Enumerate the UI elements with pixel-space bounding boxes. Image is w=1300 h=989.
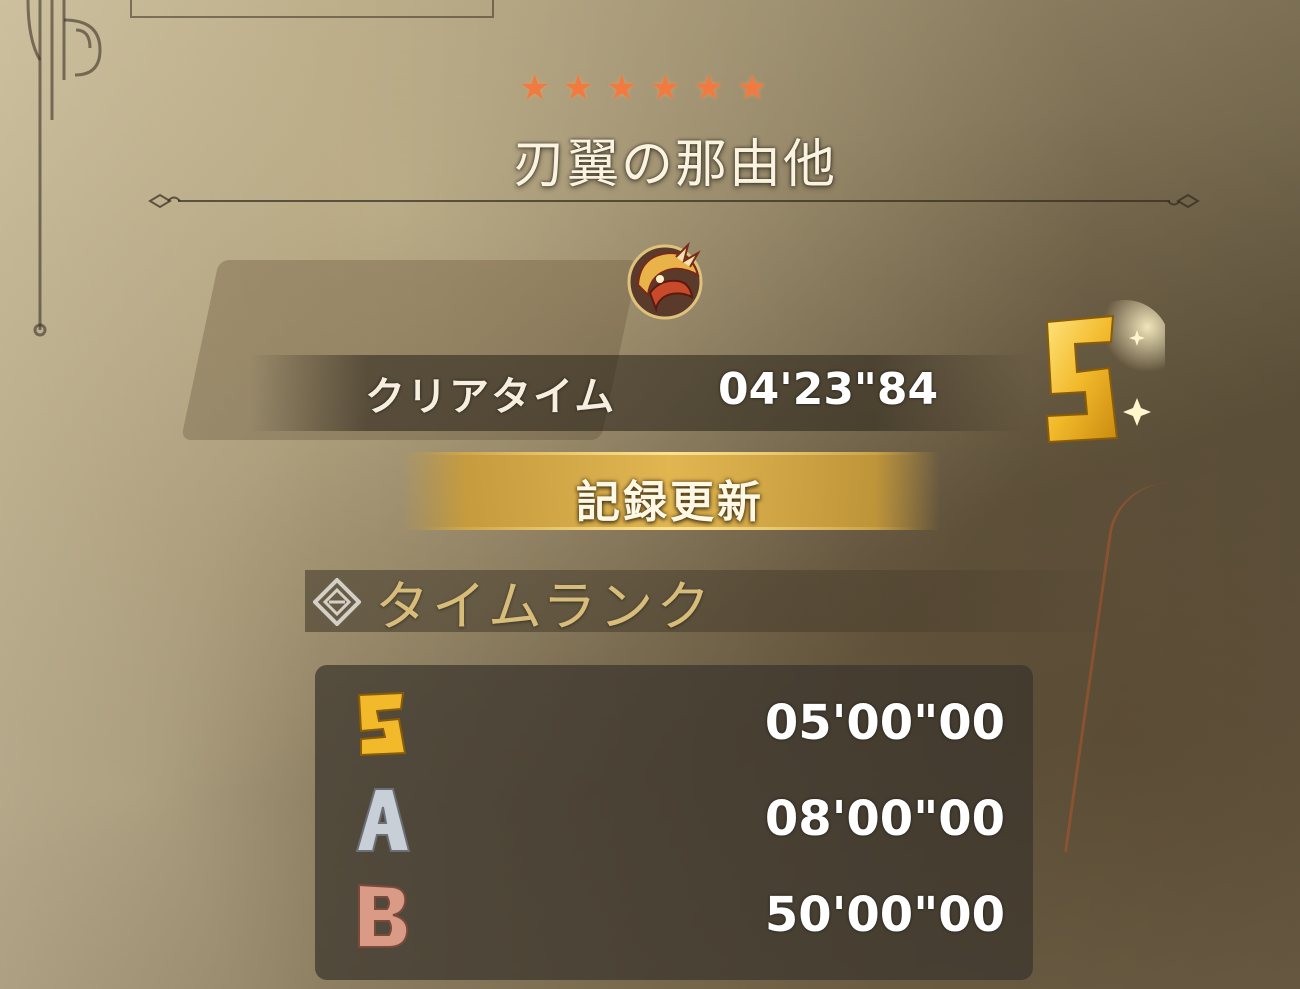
quest-result-screen: ★★★★★★ 刃翼の那由他 クリアタイム 04'23"84 記録更新 タイムラン… — [0, 0, 1300, 989]
rank-a-icon — [355, 788, 411, 852]
clear-time-label: クリアタイム — [365, 374, 617, 420]
rank-s-time: 05'00"00 — [764, 695, 1005, 751]
rank-row-b: 50'00"00 — [315, 869, 1033, 959]
difficulty-stars: ★★★★★★ — [519, 68, 781, 108]
record-update-label: 記録更新 — [576, 477, 764, 528]
quest-title: 刃翼の那由他 — [512, 135, 837, 195]
rank-b-icon — [358, 883, 409, 948]
title-divider — [148, 193, 1200, 209]
rank-s-icon — [357, 691, 407, 757]
rank-b-time: 50'00"00 — [764, 887, 1005, 943]
time-rank-table: 05'00"00 08'00"00 50'00"00 — [315, 665, 1033, 980]
time-rank-header: タイムランク — [305, 560, 1125, 640]
rank-a-time: 08'00"00 — [764, 791, 1005, 847]
record-update-banner: 記録更新 — [400, 452, 940, 530]
diamond-ornament-icon — [313, 578, 361, 626]
winged-monster-icon — [627, 241, 703, 320]
clear-time-value: 04'23"84 — [718, 364, 939, 415]
rank-row-s: 05'00"00 — [315, 677, 1033, 767]
rank-s-badge-icon — [1045, 300, 1165, 444]
frame-top-line — [130, 0, 494, 18]
time-rank-title: タイムランク — [375, 575, 714, 638]
rank-row-a: 08'00"00 — [315, 773, 1033, 863]
